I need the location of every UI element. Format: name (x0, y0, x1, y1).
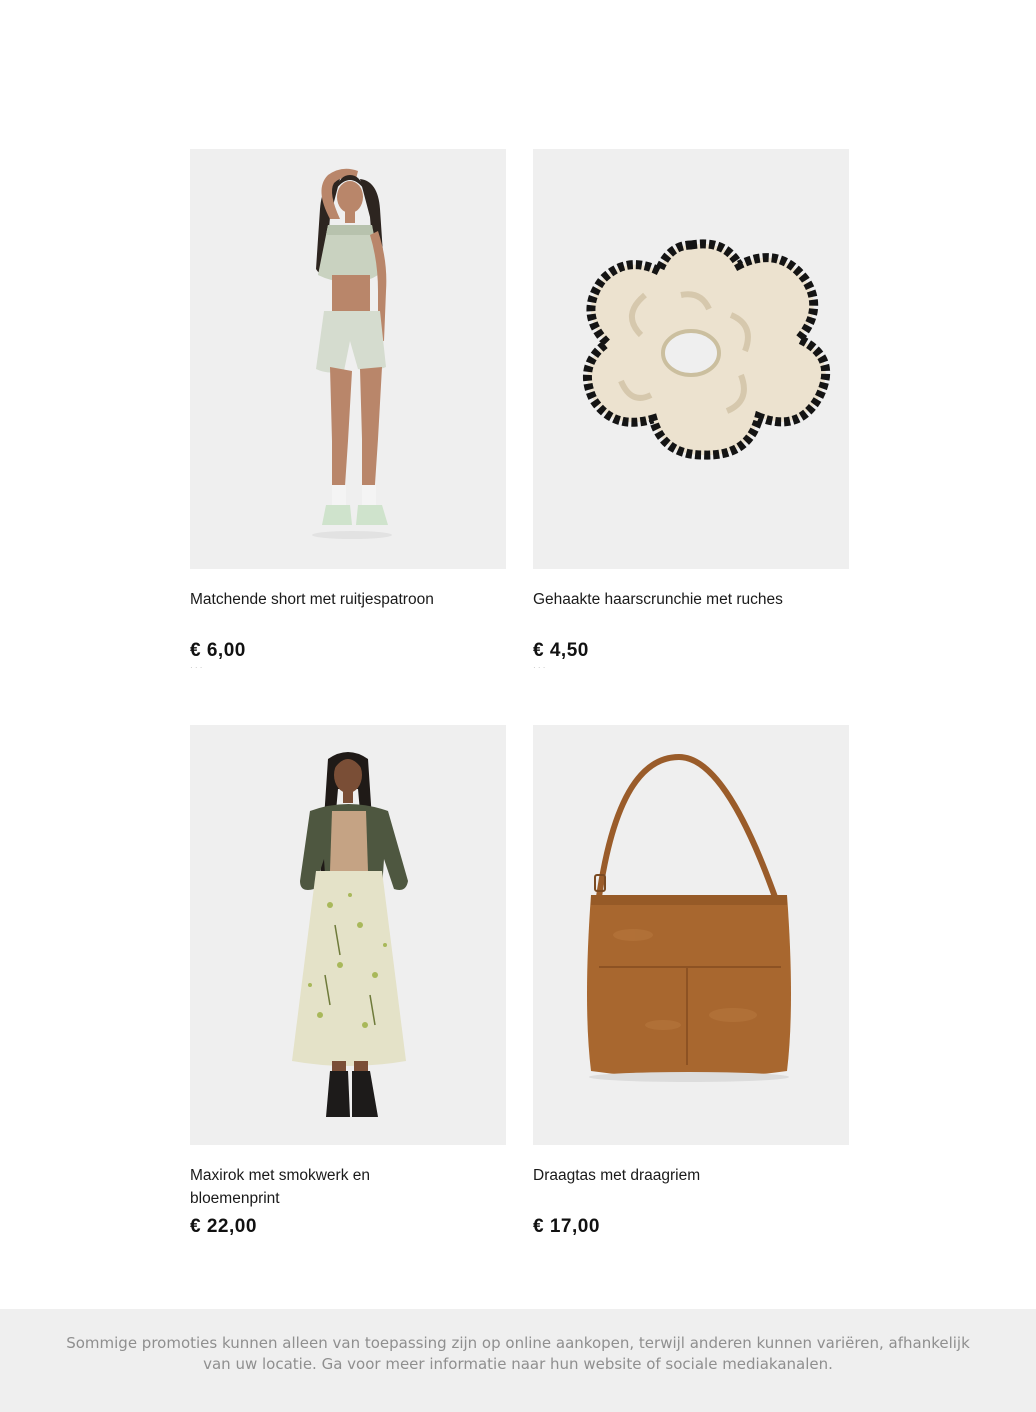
product-image[interactable] (190, 725, 506, 1145)
product-card[interactable]: Gehaakte haarscrunchie met ruches € 4,50… (533, 149, 849, 670)
product-image[interactable] (190, 149, 506, 569)
product-card[interactable]: Matchende short met ruitjespatroon € 6,0… (190, 149, 506, 670)
disclaimer-text: Sommige promoties kunnen alleen van toep… (66, 1334, 970, 1373)
product-price: € 6,00 (190, 640, 246, 661)
product-price: € 22,00 (190, 1216, 257, 1237)
promo-disclaimer: Sommige promoties kunnen alleen van toep… (0, 1309, 1036, 1412)
product-title[interactable]: Gehaakte haarscrunchie met ruches (533, 588, 783, 634)
product-title[interactable]: Maxirok met smokwerk en bloemenprint (190, 1164, 440, 1210)
product-title[interactable]: Draagtas met draagriem (533, 1164, 783, 1210)
product-card[interactable]: Draagtas met draagriem € 17,00 (533, 725, 849, 1238)
product-card[interactable]: Maxirok met smokwerk en bloemenprint € 2… (190, 725, 506, 1238)
product-image[interactable] (533, 149, 849, 569)
rating-placeholder: · · · (533, 664, 546, 670)
product-price: € 4,50 (533, 640, 589, 661)
product-image[interactable] (533, 725, 849, 1145)
product-title[interactable]: Matchende short met ruitjespatroon (190, 588, 440, 634)
product-price: € 17,00 (533, 1216, 600, 1237)
rating-placeholder: · · · (190, 664, 203, 670)
